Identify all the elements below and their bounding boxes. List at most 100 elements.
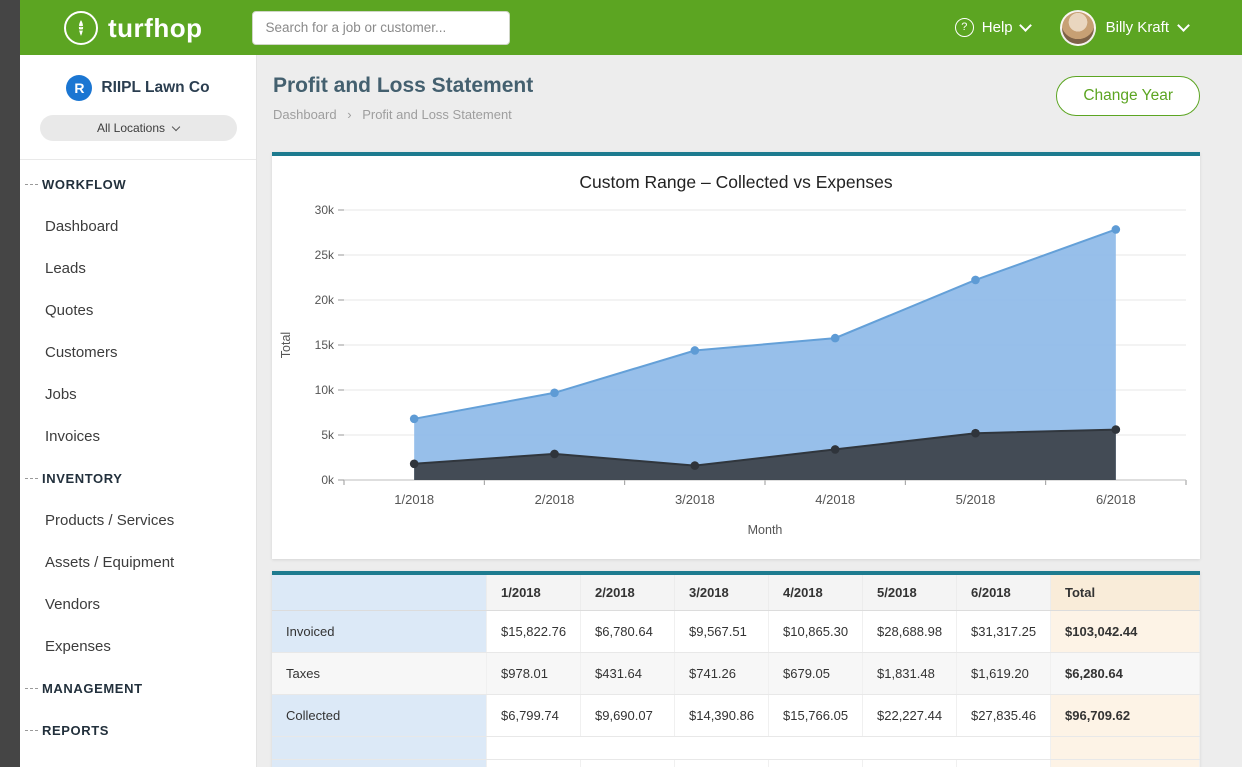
svg-text:Total: Total [279, 332, 293, 358]
breadcrumb: Dashboard › Profit and Loss Statement [273, 107, 533, 122]
locations-label: All Locations [97, 121, 165, 135]
table-cell: $27,835.46 [957, 695, 1051, 737]
table-cell: $741.26 [675, 653, 769, 695]
table-cell: $14,390.86 [675, 695, 769, 737]
col-header-6-2018: 6/2018 [957, 575, 1051, 611]
col-header-3-2018: 3/2018 [675, 575, 769, 611]
nav-section-label: MANAGEMENT [42, 681, 143, 696]
sidebar-item-leads[interactable]: Leads [20, 247, 256, 289]
sidebar: R RIIPL Lawn Co All Locations WORKFLOWDa… [20, 55, 257, 767]
table-cell: $28,688.98 [863, 611, 957, 653]
table-cell: $15,822.76 [487, 611, 581, 653]
table-row-invoiced: Invoiced$15,822.76$6,780.64$9,567.51$10,… [272, 611, 1200, 653]
spacer-cell [1051, 737, 1200, 760]
table-cell: $9,567.51 [675, 611, 769, 653]
table-cell: $6,780.64 [581, 611, 675, 653]
sidebar-item-vendors[interactable]: Vendors [20, 583, 256, 625]
table-head: 1/20182/20183/20184/20185/20186/2018Tota… [272, 575, 1200, 611]
topbar: turfhop ? Help Billy Kraft [20, 0, 1242, 55]
sidebar-item-invoices[interactable]: Invoices [20, 415, 256, 457]
row-label: Taxes [272, 653, 487, 695]
sidebar-item-expenses[interactable]: Expenses [20, 625, 256, 667]
row-label: Contract Labor [272, 760, 487, 767]
chevron-down-icon [1177, 19, 1190, 32]
avatar [1060, 10, 1096, 46]
table-cell: $842.55 [581, 760, 675, 767]
svg-text:5/2018: 5/2018 [956, 492, 996, 507]
sidebar-item-customers[interactable]: Customers [20, 331, 256, 373]
table-cell: $31,317.25 [957, 611, 1051, 653]
breadcrumb-separator: › [347, 107, 351, 122]
search-input[interactable] [252, 11, 510, 45]
col-header-2-2018: 2/2018 [581, 575, 675, 611]
table-cell: $0.00 [957, 760, 1051, 767]
spacer-cell [272, 737, 487, 760]
chart-card: Custom Range – Collected vs Expenses 0k5… [272, 152, 1200, 559]
table-spacer-row [272, 737, 1200, 760]
main-content: Profit and Loss Statement Dashboard › Pr… [257, 55, 1242, 767]
locations-dropdown[interactable]: All Locations [40, 115, 237, 141]
col-header-5-2018: 5/2018 [863, 575, 957, 611]
table-cell: $10,865.30 [769, 611, 863, 653]
col-header-4-2018: 4/2018 [769, 575, 863, 611]
table-cell: $431.64 [581, 653, 675, 695]
company-badge-icon: R [66, 75, 92, 101]
svg-text:6/2018: 6/2018 [1096, 492, 1136, 507]
sidebar-item-assets-equipment[interactable]: Assets / Equipment [20, 541, 256, 583]
sidebar-item-jobs[interactable]: Jobs [20, 373, 256, 415]
table-cell: $1,831.48 [863, 653, 957, 695]
table-header-row: 1/20182/20183/20184/20185/20186/2018Tota… [272, 575, 1200, 611]
sidebar-item-products-services[interactable]: Products / Services [20, 499, 256, 541]
nav-section-super-admin: SUPER ADMIN [20, 751, 256, 767]
row-total: $6,280.64 [1051, 653, 1200, 695]
col-header-blank [272, 575, 487, 611]
pl-chart: 0k5k10k15k20k25k30k1/20182/20183/20184/2… [272, 202, 1200, 542]
table-cell: $0.00 [675, 760, 769, 767]
nav-section-reports: REPORTS [20, 709, 256, 751]
sidebar-item-dashboard[interactable]: Dashboard [20, 205, 256, 247]
table-cell: $9,690.07 [581, 695, 675, 737]
svg-text:3/2018: 3/2018 [675, 492, 715, 507]
help-menu[interactable]: ? Help [955, 18, 1030, 37]
page-header: Profit and Loss Statement Dashboard › Pr… [257, 55, 1242, 122]
table-body: Invoiced$15,822.76$6,780.64$9,567.51$10,… [272, 611, 1200, 767]
svg-text:1/2018: 1/2018 [394, 492, 434, 507]
table-cell: $558.68 [769, 760, 863, 767]
nav-section-label: REPORTS [42, 723, 109, 738]
content-area: Custom Range – Collected vs Expenses 0k5… [257, 152, 1242, 767]
spacer-cell [487, 737, 1051, 760]
table-cell: $0.00 [487, 760, 581, 767]
company-row[interactable]: R RIIPL Lawn Co [20, 55, 256, 101]
col-header-1-2018: 1/2018 [487, 575, 581, 611]
hop-leaf-icon [64, 11, 98, 45]
svg-text:30k: 30k [315, 203, 335, 217]
svg-text:25k: 25k [315, 248, 335, 262]
table-row-contract-labor: Contract Labor$0.00$842.55$0.00$558.68$0… [272, 760, 1200, 767]
nav-section-management: MANAGEMENT [20, 667, 256, 709]
user-menu[interactable]: Billy Kraft [1060, 10, 1188, 46]
svg-text:5k: 5k [321, 428, 335, 442]
brand-name: turfhop [108, 15, 202, 41]
tree-dash-icon [25, 478, 38, 479]
svg-text:Month: Month [748, 523, 783, 537]
chart-wrap: 0k5k10k15k20k25k30k1/20182/20183/20184/2… [272, 202, 1200, 547]
chevron-down-icon [172, 123, 180, 131]
svg-text:10k: 10k [315, 383, 335, 397]
table-card: 1/20182/20183/20184/20185/20186/2018Tota… [272, 571, 1200, 767]
help-icon: ? [955, 18, 974, 37]
sidebar-nav: WORKFLOWDashboardLeadsQuotesCustomersJob… [20, 160, 256, 767]
tree-dash-icon [25, 730, 38, 731]
table-cell: $0.00 [863, 760, 957, 767]
breadcrumb-dashboard[interactable]: Dashboard [273, 107, 337, 122]
sidebar-item-quotes[interactable]: Quotes [20, 289, 256, 331]
help-label: Help [982, 19, 1013, 36]
col-header-total: Total [1051, 575, 1200, 611]
nav-section-inventory: INVENTORY [20, 457, 256, 499]
table-cell: $978.01 [487, 653, 581, 695]
row-total: $96,709.62 [1051, 695, 1200, 737]
user-name: Billy Kraft [1106, 19, 1169, 36]
table-cell: $1,619.20 [957, 653, 1051, 695]
table-cell: $6,799.74 [487, 695, 581, 737]
turfhop-logo[interactable]: turfhop [64, 11, 202, 45]
change-year-button[interactable]: Change Year [1056, 76, 1200, 116]
